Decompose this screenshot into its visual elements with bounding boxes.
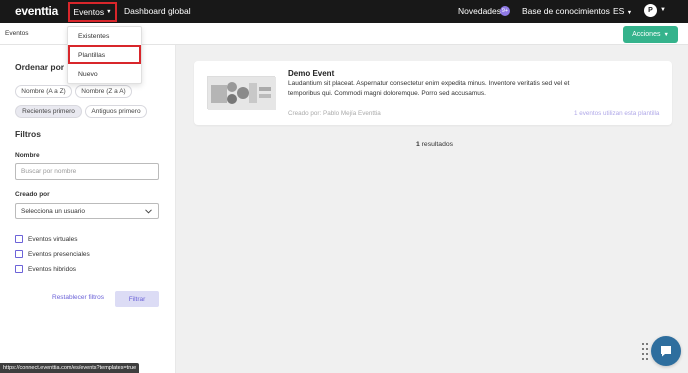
results-number: 1 <box>416 141 420 148</box>
caret-down-icon: ▼ <box>663 31 669 38</box>
menu-item-new[interactable]: Nuevo <box>78 71 98 78</box>
filters-title: Filtros <box>15 129 41 139</box>
filter-button[interactable]: Filtrar <box>115 291 159 307</box>
card-title[interactable]: Demo Event <box>288 69 334 78</box>
nav-news[interactable]: Novedades <box>458 6 501 16</box>
grip-dots-icon[interactable] <box>641 342 649 362</box>
templates-highlight-box <box>68 45 141 64</box>
avatar[interactable]: P <box>644 4 657 17</box>
chat-button[interactable] <box>651 336 681 366</box>
checkbox-label: Eventos hibridos <box>28 265 77 273</box>
order-by-title: Ordenar por <box>15 62 65 72</box>
actions-button[interactable]: Acciones ▼ <box>623 26 678 43</box>
checkbox-hybrid-events[interactable]: Eventos hibridos <box>15 265 76 273</box>
top-nav: eventtia Eventos ▼ Dashboard global Nove… <box>0 0 688 23</box>
sort-oldest-first[interactable]: Antiguos primero <box>85 105 147 118</box>
actions-label: Acciones <box>632 31 661 38</box>
menu-item-existing[interactable]: Existentes <box>78 33 109 40</box>
checkbox-label: Eventos presenciales <box>28 250 90 258</box>
chevron-down-icon <box>145 208 152 214</box>
reset-filters-link[interactable]: Restablecer filtros <box>52 294 104 301</box>
nav-events-label: Eventos <box>73 7 105 17</box>
checkbox[interactable] <box>15 265 23 273</box>
created-by-select[interactable]: Selecciona un usuario <box>15 203 159 219</box>
eventtia-logo[interactable]: eventtia <box>15 4 58 18</box>
status-url: https://connect.eventtia.com/es/events?t… <box>0 363 140 373</box>
sort-name-asc[interactable]: Nombre (A a Z) <box>15 85 72 98</box>
news-count-badge: 9+ <box>500 6 510 16</box>
event-thumbnail <box>207 76 276 110</box>
breadcrumb[interactable]: Eventos <box>5 30 29 37</box>
language-selector[interactable]: ES ▼ <box>613 6 632 16</box>
caret-down-icon: ▼ <box>106 9 112 15</box>
name-label: Nombre <box>15 152 40 159</box>
nav-global-dashboard[interactable]: Dashboard global <box>124 6 191 16</box>
card-usage-count: 1 eventos utilizan esta plantilla <box>574 110 660 117</box>
sort-name-desc[interactable]: Nombre (Z a A) <box>75 85 132 98</box>
caret-down-icon[interactable]: ▼ <box>660 7 666 13</box>
name-search-input[interactable]: Buscar por nombre <box>15 163 159 180</box>
event-thumbnail-art <box>208 77 276 110</box>
checkbox-label: Eventos virtuales <box>28 235 78 243</box>
results-count: 1 resultados <box>416 141 453 148</box>
checkbox[interactable] <box>15 250 23 258</box>
checkbox[interactable] <box>15 235 23 243</box>
results-label: resultados <box>421 141 454 148</box>
checkbox-in-person-events[interactable]: Eventos presenciales <box>15 250 90 258</box>
checkbox-virtual-events[interactable]: Eventos virtuales <box>15 235 78 243</box>
caret-down-icon: ▼ <box>626 10 633 16</box>
sort-recent-first[interactable]: Recientes primero <box>15 105 82 118</box>
created-by-label: Creado por <box>15 191 50 198</box>
chat-icon <box>661 346 671 357</box>
created-by-value: Selecciona un usuario <box>21 207 85 215</box>
language-label: ES <box>613 6 625 16</box>
card-author: Creado por: Pablo Mejía Eventtia <box>288 110 381 117</box>
nav-events-menu[interactable]: Eventos ▼ <box>68 2 117 22</box>
name-search-placeholder: Buscar por nombre <box>21 168 77 175</box>
card-description: Laudantium sit placeat. Aspernatur conse… <box>288 80 570 97</box>
nav-knowledge-base[interactable]: Base de conocimientos <box>522 6 610 16</box>
